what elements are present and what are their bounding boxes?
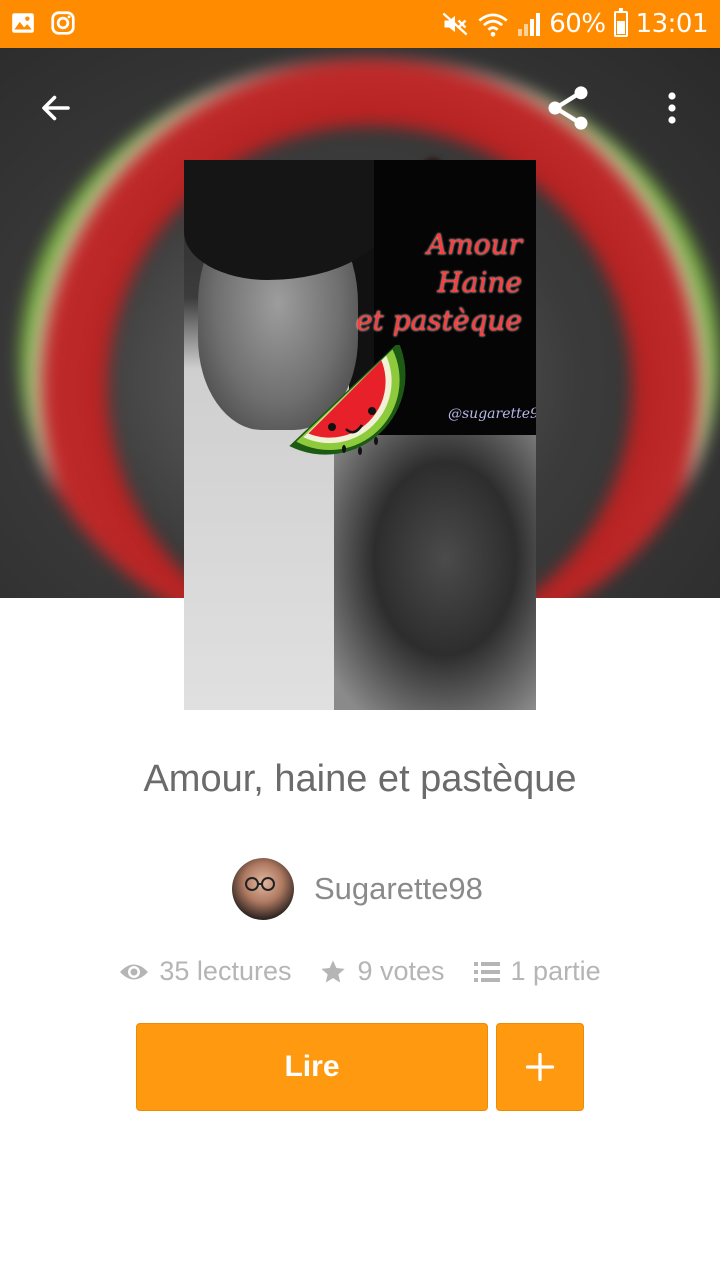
add-to-library-button[interactable] xyxy=(496,1023,584,1111)
status-bar: 60% 13:01 xyxy=(0,0,720,48)
author-row[interactable]: Sugarette98 xyxy=(232,858,483,920)
signal-icon xyxy=(518,13,541,36)
read-button-label: Lire xyxy=(284,1050,340,1083)
eye-icon xyxy=(120,964,149,979)
votes-count: 9 votes xyxy=(357,956,445,986)
more-vertical-icon xyxy=(668,92,676,124)
cover-title-line: Haine xyxy=(437,266,522,299)
cover-title-line: Amour xyxy=(426,228,522,261)
mute-icon xyxy=(442,12,468,36)
reads-stat: 35 lectures xyxy=(119,956,291,987)
list-icon xyxy=(473,961,500,982)
gallery-icon xyxy=(12,13,34,33)
status-left-icons xyxy=(10,10,76,36)
wifi-icon xyxy=(478,13,508,37)
status-right: 60% 13:01 xyxy=(441,6,709,42)
cover-handle: @sugarette98 xyxy=(448,406,536,422)
back-arrow-icon xyxy=(42,95,70,121)
author-name[interactable]: Sugarette98 xyxy=(314,871,483,907)
parts-count: 1 partie xyxy=(510,956,601,986)
story-title: Amour, haine et pastèque xyxy=(143,758,577,800)
cover-title-line: et pastèque xyxy=(355,304,522,337)
clock: 13:01 xyxy=(635,9,709,39)
parts-stat: 1 partie xyxy=(473,956,601,987)
reads-count: 35 lectures xyxy=(159,956,292,986)
star-icon xyxy=(321,959,346,982)
avatar-glasses xyxy=(245,877,275,891)
battery-percent: 60% xyxy=(549,9,606,39)
share-button[interactable] xyxy=(540,80,596,136)
more-options-button[interactable] xyxy=(644,80,700,136)
cover-title-art: Amour Haine et pastèque xyxy=(356,226,522,340)
read-button[interactable]: Lire xyxy=(136,1023,488,1111)
story-stats: 35 lectures 9 votes 1 partie xyxy=(0,956,720,987)
battery-fill xyxy=(616,20,625,34)
book-cover[interactable]: Amour Haine et pastèque @sugarette98 xyxy=(184,160,536,710)
watermelon-illustration xyxy=(289,345,406,455)
avatar[interactable] xyxy=(232,858,294,920)
share-icon xyxy=(548,86,588,130)
battery-icon xyxy=(613,8,628,37)
plus-icon xyxy=(525,1052,555,1082)
votes-stat: 9 votes xyxy=(319,956,445,987)
instagram-icon xyxy=(51,11,75,35)
back-button[interactable] xyxy=(28,80,84,136)
